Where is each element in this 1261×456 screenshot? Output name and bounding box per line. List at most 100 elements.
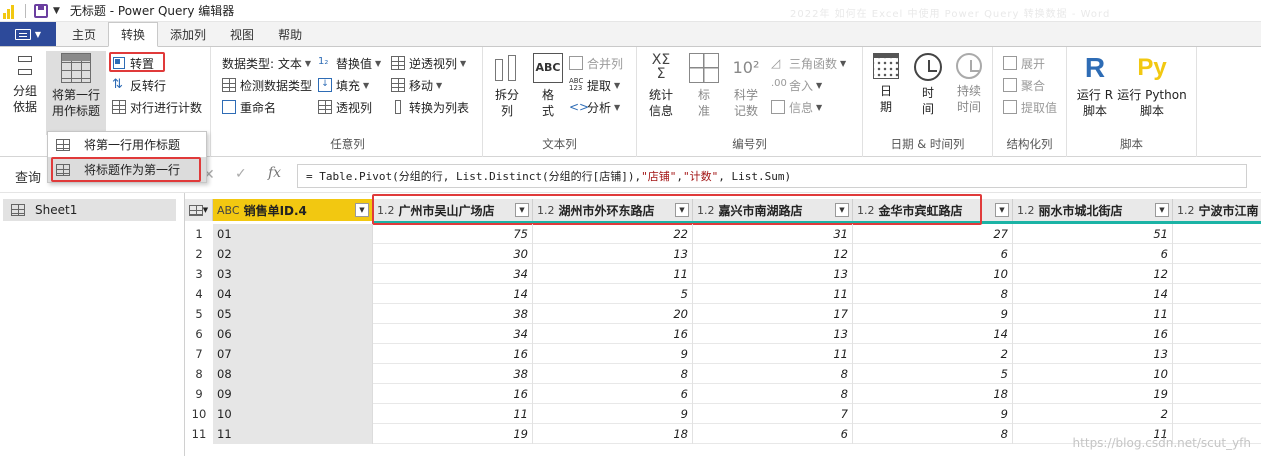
save-icon[interactable] [34, 3, 48, 18]
table-cell[interactable]: 11 [213, 424, 373, 444]
table-cell[interactable]: 20 [533, 304, 693, 324]
table-cell[interactable]: 06 [213, 324, 373, 344]
table-cell[interactable]: 2 [1013, 404, 1173, 424]
table-cell[interactable]: 8 [693, 384, 853, 404]
table-cell[interactable]: 38 [373, 364, 533, 384]
tab-home[interactable]: 主页 [60, 22, 108, 46]
aggregate-button[interactable]: 聚合 [1003, 75, 1045, 95]
scientific-button[interactable]: 10² 科学 记数 [729, 53, 763, 119]
pivot-column-button[interactable]: 透视列 [318, 97, 372, 117]
table-cell[interactable]: 11 [373, 404, 533, 424]
table-row[interactable]: 2 02 30 13 12 6 6 [185, 244, 1261, 264]
table-cell[interactable]: 7 [693, 404, 853, 424]
table-cell[interactable] [1173, 384, 1261, 404]
table-cell[interactable]: 17 [693, 304, 853, 324]
table-cell[interactable]: 10 [213, 404, 373, 424]
table-cell[interactable]: 5 [533, 284, 693, 304]
table-cell[interactable]: 6 [693, 424, 853, 444]
file-menu-button[interactable]: ▼ [0, 22, 56, 46]
filter-dropdown-icon[interactable]: ▼ [835, 203, 849, 217]
quick-access-dropdown-icon[interactable]: ▼ [53, 6, 60, 16]
table-cell[interactable]: 5 [853, 364, 1013, 384]
count-rows-button[interactable]: 对行进行计数 [112, 97, 202, 117]
table-cell[interactable]: 8 [693, 364, 853, 384]
table-row[interactable]: 7 07 16 9 11 2 13 [185, 344, 1261, 364]
detect-data-type-button[interactable]: 检测数据类型 [222, 75, 312, 95]
statistics-button[interactable]: XΣ Σ 统计 信息 [643, 53, 679, 119]
table-cell[interactable]: 11 [533, 264, 693, 284]
table-cell[interactable] [1173, 404, 1261, 424]
filter-dropdown-icon[interactable]: ▼ [675, 203, 689, 217]
filter-dropdown-icon[interactable]: ▼ [1155, 203, 1169, 217]
table-cell[interactable] [1173, 224, 1261, 244]
table-cell[interactable] [1173, 364, 1261, 384]
table-row[interactable]: 3 03 34 11 13 10 12 [185, 264, 1261, 284]
table-cell[interactable] [1173, 284, 1261, 304]
table-cell[interactable]: 8 [533, 364, 693, 384]
filter-dropdown-icon[interactable]: ▼ [515, 203, 529, 217]
expand-button[interactable]: 展开 [1003, 53, 1045, 73]
table-cell[interactable]: 16 [1013, 324, 1173, 344]
table-cell[interactable]: 22 [533, 224, 693, 244]
reverse-rows-button[interactable]: ⇅ 反转行 [112, 75, 166, 95]
extract-values-button[interactable]: 提取值 [1003, 97, 1057, 117]
table-row[interactable]: 9 09 16 6 8 18 19 [185, 384, 1261, 404]
use-first-row-as-headers-button[interactable]: 将第一行 用作标题 [46, 51, 106, 135]
table-cell[interactable]: 13 [533, 244, 693, 264]
table-cell[interactable]: 11 [693, 344, 853, 364]
table-cell[interactable]: 08 [213, 364, 373, 384]
formula-bar-input[interactable]: = Table.Pivot(分组的行, List.Distinct(分组的行[店… [297, 164, 1247, 188]
table-cell[interactable]: 34 [373, 324, 533, 344]
rename-button[interactable]: 重命名 [222, 97, 276, 117]
tab-transform[interactable]: 转换 [108, 22, 159, 47]
table-cell[interactable]: 02 [213, 244, 373, 264]
table-row[interactable]: 5 05 38 20 17 9 11 [185, 304, 1261, 324]
replace-values-button[interactable]: 1₂ 替换值 ▼ [318, 53, 381, 73]
table-cell[interactable]: 10 [853, 264, 1013, 284]
table-cell[interactable]: 13 [693, 264, 853, 284]
table-cell[interactable]: 09 [213, 384, 373, 404]
table-cell[interactable]: 6 [533, 384, 693, 404]
table-cell[interactable]: 18 [853, 384, 1013, 404]
table-cell[interactable]: 13 [1013, 344, 1173, 364]
column-header-store[interactable]: 1.2 丽水市城北街店 ▼ [1013, 199, 1173, 221]
column-header-store[interactable]: 1.2 宁波市江南 [1173, 199, 1261, 221]
filter-dropdown-icon[interactable]: ▼ [995, 203, 1009, 217]
move-button[interactable]: 移动 ▼ [391, 75, 442, 95]
table-cell[interactable] [1173, 324, 1261, 344]
unpivot-columns-button[interactable]: 逆透视列 ▼ [391, 53, 466, 73]
menu-item-use-first-row[interactable]: 将第一行用作标题 [48, 132, 206, 157]
table-cell[interactable]: 14 [1013, 284, 1173, 304]
rounding-button[interactable]: .00 舍入 ▼ [771, 75, 822, 95]
menu-item-headers-as-first-row[interactable]: 将标题作为第一行 [48, 157, 206, 182]
table-cell[interactable]: 27 [853, 224, 1013, 244]
information-button[interactable]: 信息 ▼ [771, 97, 822, 117]
table-cell[interactable] [1173, 244, 1261, 264]
table-cell[interactable]: 07 [213, 344, 373, 364]
column-header-sales-id[interactable]: ABC 销售单ID.4 ▼ [213, 199, 373, 221]
table-row[interactable]: 1 01 75 22 31 27 51 [185, 224, 1261, 244]
tab-help[interactable]: 帮助 [266, 22, 314, 46]
time-button[interactable]: 时 间 [911, 53, 945, 117]
table-cell[interactable]: 34 [373, 264, 533, 284]
table-cell[interactable]: 75 [373, 224, 533, 244]
column-header-store[interactable]: 1.2 湖州市外环东路店 ▼ [533, 199, 693, 221]
table-row[interactable]: 6 06 34 16 13 14 16 [185, 324, 1261, 344]
table-cell[interactable]: 19 [373, 424, 533, 444]
query-item-sheet1[interactable]: Sheet1 [3, 199, 176, 221]
table-row[interactable]: 10 10 11 9 7 9 2 [185, 404, 1261, 424]
table-cell[interactable]: 9 [853, 404, 1013, 424]
tab-add-column[interactable]: 添加列 [158, 22, 218, 46]
transpose-button[interactable]: 转置 [112, 53, 154, 73]
table-cell[interactable]: 11 [1013, 304, 1173, 324]
table-cell[interactable]: 03 [213, 264, 373, 284]
table-cell[interactable]: 6 [853, 244, 1013, 264]
table-cell[interactable]: 8 [853, 424, 1013, 444]
table-cell[interactable]: 19 [1013, 384, 1173, 404]
table-cell[interactable]: 14 [853, 324, 1013, 344]
format-button[interactable]: ABC 格 式 [531, 53, 565, 119]
table-cell[interactable]: 51 [1013, 224, 1173, 244]
table-cell[interactable]: 16 [533, 324, 693, 344]
tab-view[interactable]: 视图 [218, 22, 266, 46]
table-cell[interactable]: 9 [533, 404, 693, 424]
